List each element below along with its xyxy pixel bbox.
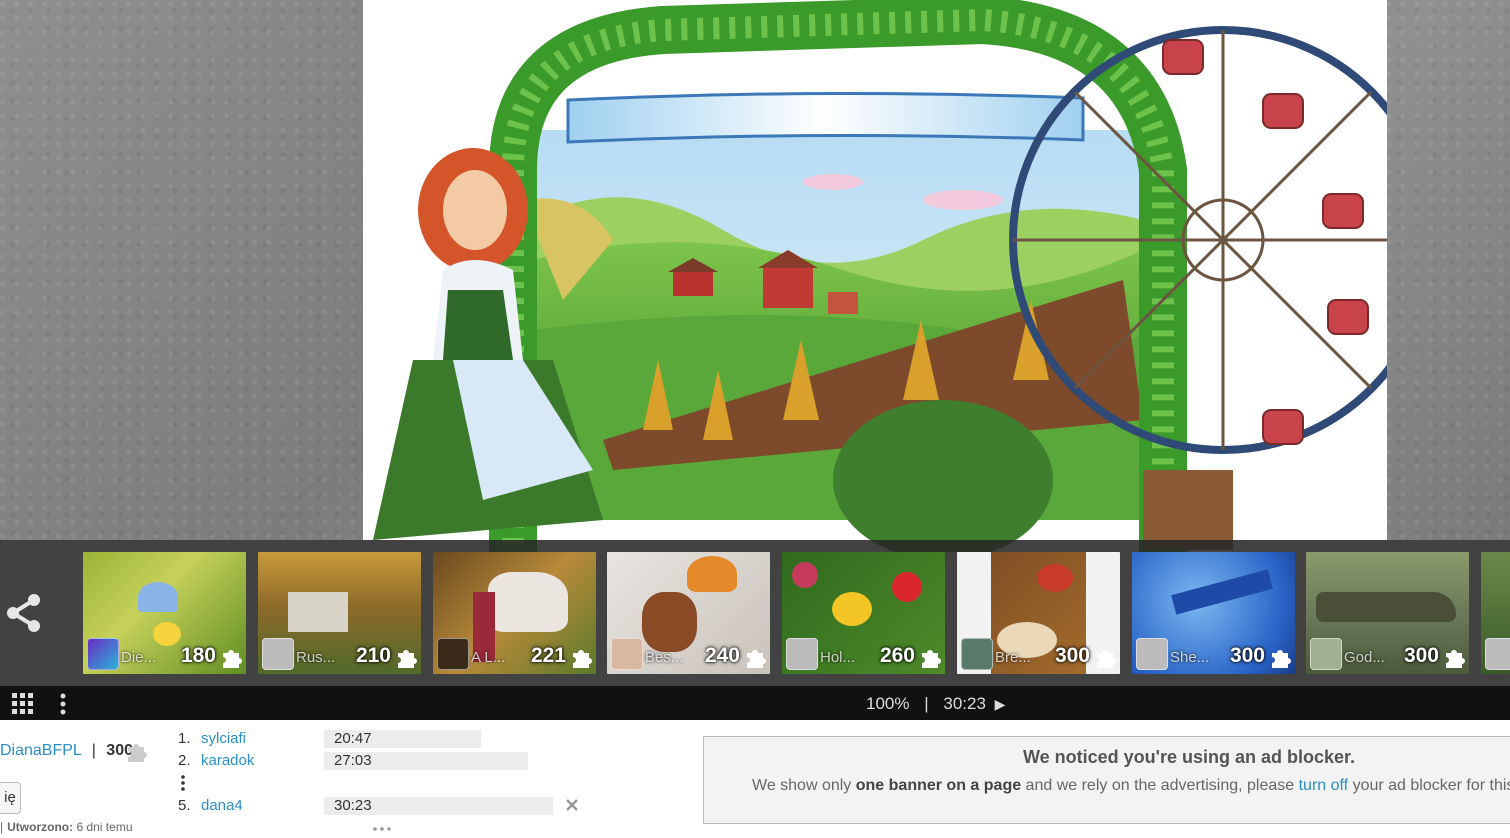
puzzle-thumbnail[interactable]: She... 300 — [1132, 552, 1295, 674]
created-label: Utworzono: — [7, 820, 74, 834]
puzzle-thumbnail[interactable]: A L... 221 — [433, 552, 596, 674]
piece-count: 260 — [879, 644, 915, 667]
piece-count: 221 — [530, 644, 566, 667]
puzzle-thumbnail[interactable]: Bes... 240 — [607, 552, 770, 674]
player-name[interactable]: sylciafi — [201, 730, 246, 747]
tulip-picture — [792, 562, 818, 588]
puzzle-toolbar — [0, 686, 1510, 720]
author-name: Bes... — [645, 649, 684, 666]
ellipsis-icon[interactable] — [372, 826, 392, 832]
author-avatar — [961, 638, 993, 670]
author-name: She... — [1170, 649, 1210, 666]
action-button[interactable]: ię — [0, 782, 21, 814]
author-name: Hol... — [820, 649, 856, 666]
author-name: Bre... — [995, 649, 1031, 666]
tulip-picture — [832, 592, 872, 626]
dancer-picture — [1171, 569, 1273, 615]
strawberries-picture — [1037, 564, 1073, 592]
hat-picture — [687, 556, 737, 592]
piece-count: 300 — [1229, 644, 1265, 667]
crocodile-picture — [1316, 592, 1456, 622]
puzzle-piece-icon — [1272, 650, 1291, 668]
puzzle-thumbnail[interactable]: Hol... 260 — [782, 552, 945, 674]
player-name[interactable]: dana4 — [201, 797, 243, 814]
dog-picture — [642, 592, 697, 652]
rank: 2. — [178, 752, 191, 769]
author-name: God... — [1344, 649, 1385, 666]
player-time: 20:47 — [334, 730, 372, 747]
flower-picture — [153, 622, 181, 646]
toolbar-separator: | — [924, 694, 929, 713]
notice-text-part: We show only — [752, 777, 856, 794]
author-name: Die... — [121, 649, 157, 666]
puzzle-thumbnail[interactable] — [1481, 552, 1510, 674]
player-name[interactable]: karadok — [201, 752, 254, 769]
author-link[interactable]: DianaBFPL — [0, 742, 81, 759]
timer: 30:23 — [943, 694, 986, 713]
info-separator: | — [91, 742, 96, 759]
grid-icon[interactable] — [12, 693, 34, 715]
leaderboard-row: 5. dana4 30:23 — [178, 797, 598, 819]
rank: 1. — [178, 730, 191, 747]
puzzle-illustration — [373, 0, 1387, 552]
zoom-timer-readout: 100% | 30:23 ▶ — [866, 694, 1005, 714]
puzzle-thumbnail[interactable]: Bre... 300 — [957, 552, 1120, 674]
author-avatar — [611, 638, 643, 670]
more-options-icon[interactable] — [58, 693, 68, 715]
puzzle-piece-icon — [922, 650, 941, 668]
turn-off-link[interactable]: turn off — [1299, 777, 1349, 794]
leaderboard-row: 2. karadok 27:03 — [178, 752, 578, 774]
notice-bold-text: one banner on a page — [855, 777, 1022, 794]
notice-text-part: and we rely on the advertising, please — [1021, 777, 1299, 794]
puzzle-piece-icon — [573, 650, 592, 668]
player-time: 27:03 — [334, 752, 372, 769]
puzzle-piece-icon — [128, 744, 147, 762]
piece-count: 210 — [355, 644, 391, 667]
puzzle-piece-icon — [747, 650, 766, 668]
puzzle-piece-icon — [398, 650, 417, 668]
cabin-picture — [288, 592, 348, 632]
piece-count: 300 — [1054, 644, 1090, 667]
notice-text: We show only one banner on a page and we… — [752, 777, 1510, 795]
leaderboard-row: 1. sylciafi 20:47 — [178, 730, 578, 752]
puzzle-image[interactable] — [363, 0, 1387, 552]
puzzle-thumbnail[interactable]: Rus... 210 — [258, 552, 421, 674]
puzzle-piece-icon — [223, 650, 242, 668]
puzzle-thumbnail[interactable]: Die... 180 — [83, 552, 246, 674]
tulip-picture — [892, 572, 922, 602]
puzzle-info: DianaBFPL | 300 — [0, 742, 133, 760]
adblock-notice: We noticed you're using an ad blocker. W… — [703, 736, 1510, 824]
author-avatar — [87, 638, 119, 670]
play-icon[interactable]: ▶ — [995, 696, 1006, 712]
piece-count: 240 — [704, 644, 740, 667]
ellipsis-vertical-icon — [181, 775, 185, 791]
zoom-level[interactable]: 100% — [866, 694, 909, 713]
horse-picture — [488, 572, 568, 632]
rank: 5. — [178, 797, 191, 814]
puzzle-piece-icon — [1097, 650, 1116, 668]
author-avatar — [786, 638, 818, 670]
author-avatar — [1310, 638, 1342, 670]
author-avatar — [1136, 638, 1168, 670]
author-avatar — [437, 638, 469, 670]
notice-title: We noticed you're using an ad blocker. — [1022, 747, 1356, 767]
puzzle-thumbnail[interactable]: God... 300 — [1306, 552, 1469, 674]
share-icon[interactable] — [4, 592, 44, 634]
created-info: | Utworzono: 6 dni temu — [0, 820, 133, 834]
close-icon[interactable] — [565, 798, 579, 812]
notice-text-part: your ad blocker for this — [1348, 777, 1510, 794]
butterfly-picture — [138, 582, 178, 612]
author-avatar — [262, 638, 294, 670]
created-value: 6 dni temu — [76, 820, 133, 834]
author-name: A L... — [471, 649, 506, 666]
author-name: Rus... — [296, 649, 336, 666]
author-avatar — [1485, 638, 1510, 670]
player-time: 30:23 — [334, 797, 372, 814]
puzzle-piece-icon — [1446, 650, 1465, 668]
piece-count: 180 — [180, 644, 216, 667]
piece-count: 300 — [1403, 644, 1439, 667]
